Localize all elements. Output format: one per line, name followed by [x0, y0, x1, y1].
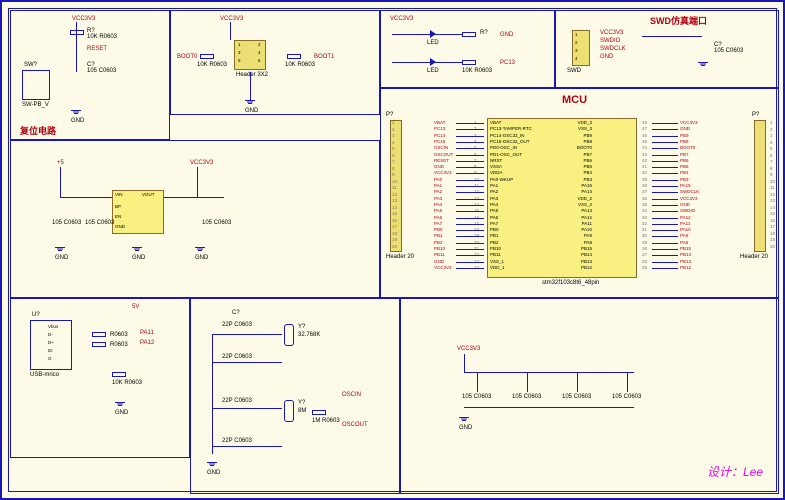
mcu-part: stm32f103c8t6_48pin: [542, 280, 599, 286]
designer-label: 设计：Lee: [707, 463, 763, 480]
r-boot0-val: 10K R0603: [197, 62, 227, 68]
net-vcc3v3-reg: VCC3V3: [190, 160, 213, 166]
c-reset-val: 105 C0603: [87, 68, 116, 74]
title-reset: 复位电路: [20, 124, 56, 137]
usb-ref: U?: [32, 312, 40, 318]
led-2-ref: LED: [427, 68, 439, 74]
boot-header-part: Header 3X2: [236, 72, 268, 78]
net-usb-5v: 5V: [132, 304, 139, 310]
net-boot0: BOOT0: [177, 54, 197, 60]
usb-part: USB-mrico: [30, 372, 59, 378]
crystal-8m-icon: [284, 400, 294, 422]
net-vcc3v3-led: VCC3V3: [390, 16, 413, 22]
gnd-reset-lbl: GND: [71, 118, 84, 124]
led-1-ref: LED: [427, 40, 439, 46]
net-swdclk: SWDCLK: [600, 46, 626, 52]
net-vcc3v3-dec: VCC3V3: [457, 346, 480, 352]
r-boot1-val: 10K R0603: [285, 62, 315, 68]
net-led-gnd: GND: [500, 32, 513, 38]
led-1-icon: [430, 30, 436, 38]
net-swd-gnd: GND: [600, 54, 613, 60]
net-vcc3v3-boot: VCC3V3: [220, 16, 243, 22]
led-2-icon: [430, 58, 436, 66]
r-boot0: [200, 54, 214, 59]
gnd-reset: [71, 110, 81, 116]
net-5v: +5: [57, 160, 64, 166]
net-swdio: SWDIO: [600, 38, 620, 44]
sw-ref: SW?: [24, 62, 37, 68]
net-boot1: BOOT1: [314, 54, 334, 60]
switch-icon: [22, 70, 50, 100]
resistor-reset: [70, 30, 84, 35]
net-swd-vcc: VCC3V3: [600, 30, 623, 36]
c-swd-val: 105 C0603: [714, 48, 743, 54]
net-led-pc13: PC13: [500, 60, 515, 66]
swd-part: SWD: [567, 68, 581, 74]
gnd-boot-lbl: GND: [245, 108, 258, 114]
gnd-boot: [245, 100, 255, 106]
title-mcu: MCU: [562, 94, 587, 106]
r-boot1: [287, 54, 301, 59]
right-header: [754, 120, 766, 252]
r-led0-ref: R?: [480, 30, 488, 36]
title-swd: SWD仿真端口: [650, 14, 707, 27]
schematic-sheet: VCC3V3 R? 10K R0603 RESET SW? SW-PB_V C?…: [0, 0, 785, 500]
crystal-32k-icon: [284, 324, 294, 346]
r-reset-val: 10K R0603: [87, 34, 117, 40]
net-reset: RESET: [87, 46, 107, 52]
r-led1-val: 10K R0603: [462, 68, 492, 74]
sw-part: SW-PB_V: [22, 102, 49, 108]
